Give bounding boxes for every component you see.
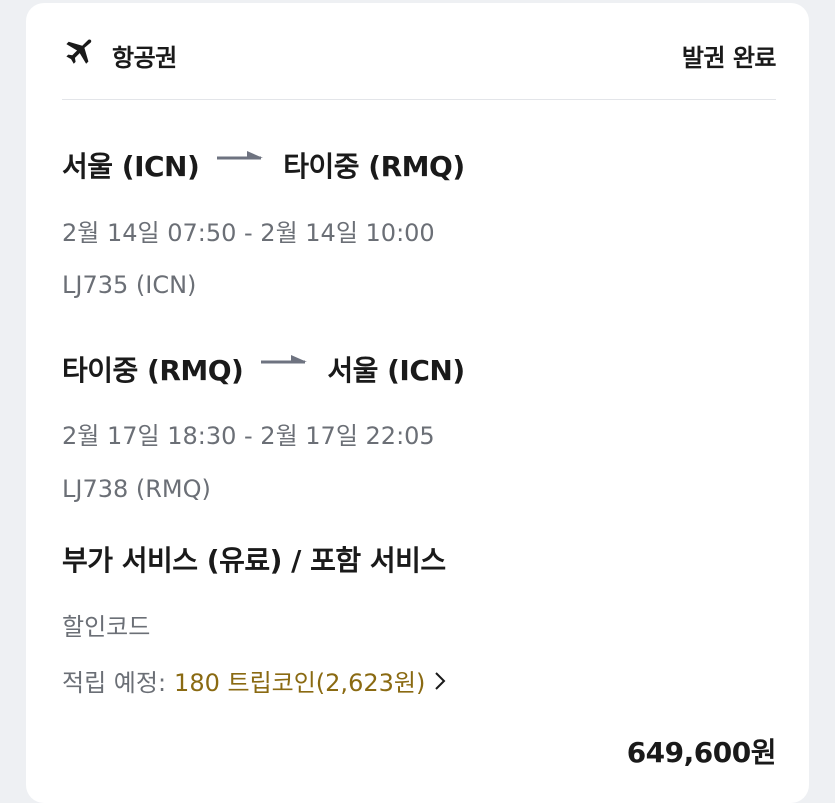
- total-price: 649,600원: [626, 736, 777, 769]
- flight-schedule: 2월 14일 07:50 - 2월 14일 10:00: [62, 219, 435, 247]
- origin-city: 서울 (ICN): [62, 150, 200, 183]
- flight-schedule: 2월 17일 18:30 - 2월 17일 22:05: [62, 422, 435, 450]
- flight-route-outbound: 서울 (ICN) 타이중 (RMQ): [62, 145, 465, 185]
- discount-code-label: 할인코드: [62, 613, 151, 641]
- ticket-header: 항공권 발권 완료: [62, 33, 777, 73]
- arrow-right-icon: [261, 355, 308, 364]
- extras-title: 부가 서비스 (유료) / 포함 서비스: [62, 544, 446, 577]
- points-value: 180 트립코인(2,623원): [174, 669, 426, 697]
- flight-route-return: 타이중 (RMQ) 서울 (ICN): [62, 349, 465, 389]
- ticket-status: 발권 완료: [681, 44, 777, 72]
- airplane-icon: [66, 39, 92, 64]
- flight-ticket-card: 항공권 발권 완료 서울 (ICN) 타이중 (RMQ) 2월 14일 07:5…: [26, 3, 809, 803]
- points-label: 적립 예정:: [62, 669, 167, 697]
- flight-number: LJ738 (RMQ): [62, 475, 211, 503]
- origin-city: 타이중 (RMQ): [62, 354, 244, 387]
- flight-number: LJ735 (ICN): [62, 271, 197, 299]
- destination-city: 서울 (ICN): [327, 354, 465, 387]
- arrow-right-icon: [217, 151, 264, 160]
- chevron-right-icon: [435, 671, 446, 690]
- header-title: 항공권: [112, 44, 177, 72]
- destination-city: 타이중 (RMQ): [283, 150, 465, 183]
- header-divider: [62, 99, 776, 100]
- reward-points-link[interactable]: 적립 예정: 180 트립코인(2,623원): [62, 663, 447, 698]
